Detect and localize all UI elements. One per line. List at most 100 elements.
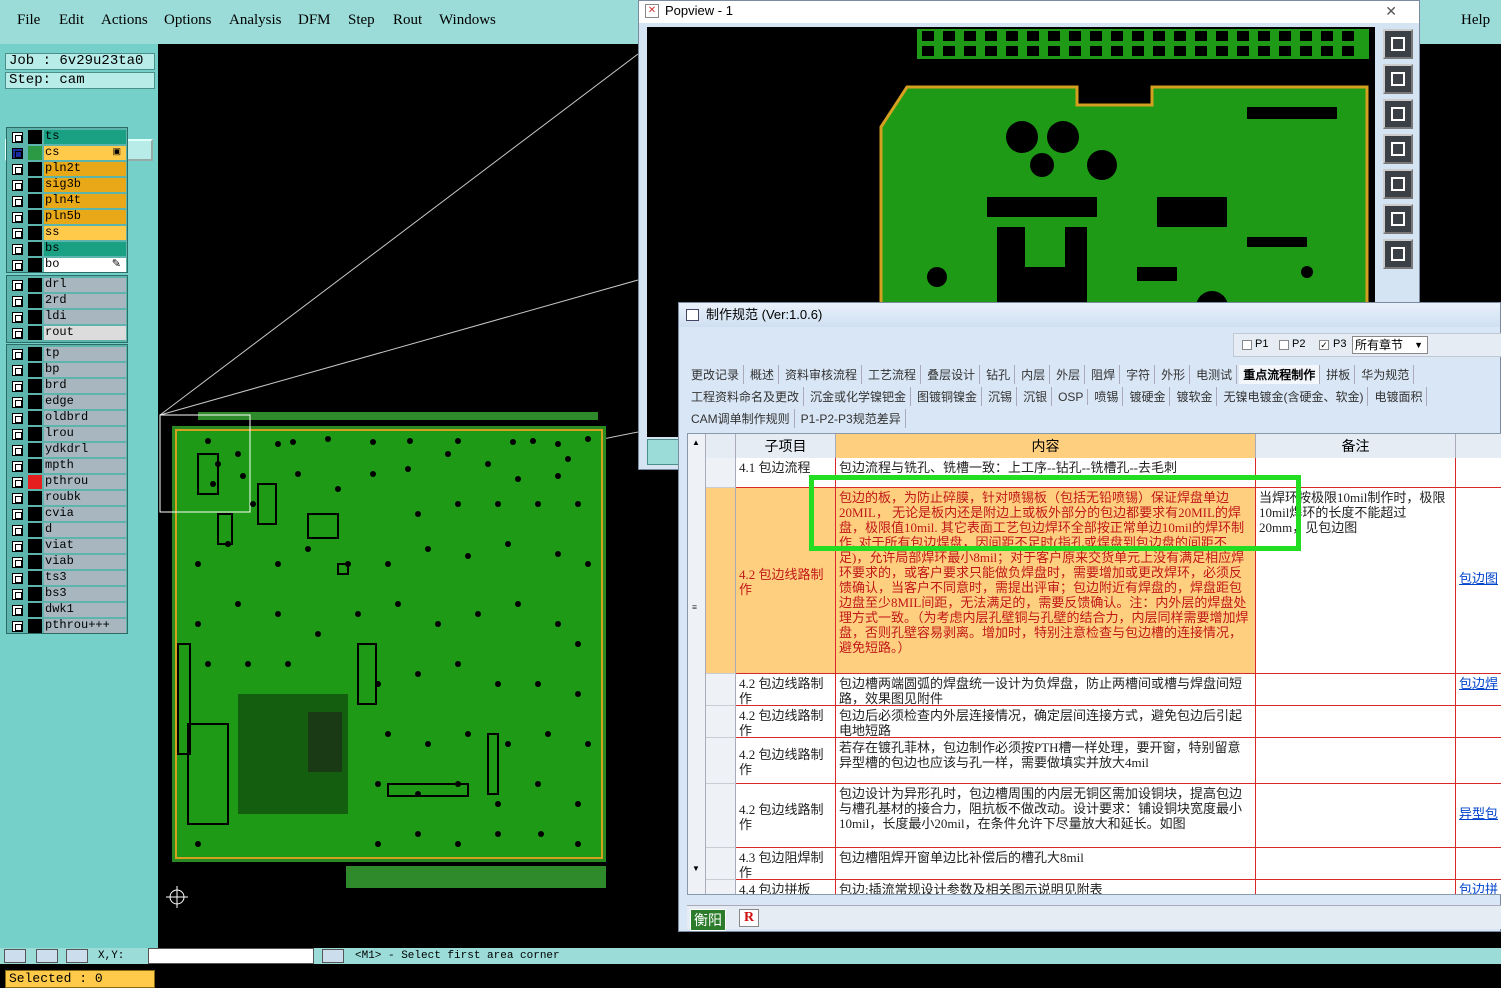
scroll-down-icon[interactable]: ▼ [692, 864, 700, 873]
row-selector[interactable] [706, 458, 736, 488]
grid-icon[interactable] [66, 949, 88, 963]
tab-tabs_row1-6[interactable]: 内层 [1017, 365, 1051, 384]
layer-checkbox[interactable] [12, 413, 23, 424]
layer-color-swatch[interactable] [28, 619, 42, 633]
layer-checkbox[interactable] [12, 493, 23, 504]
layer-color-swatch[interactable] [28, 571, 42, 585]
layer-row-bs3[interactable]: bs3 [7, 586, 127, 602]
tab-tabs_row2-7[interactable]: 镀硬金 [1125, 387, 1171, 406]
layer-color-swatch[interactable] [28, 379, 42, 393]
tab-tabs_row2-8[interactable]: 镀软金 [1172, 387, 1218, 406]
tab-tabs_row1-2[interactable]: 资料审核流程 [781, 365, 863, 384]
layer-name[interactable]: d [44, 523, 126, 537]
layer-color-swatch[interactable] [28, 539, 42, 553]
layer-color-swatch[interactable] [28, 363, 42, 377]
tab-tabs_row1-5[interactable]: 钻孔 [982, 365, 1016, 384]
menu-windows[interactable]: Windows [439, 12, 496, 29]
layer-name[interactable]: ts3 [44, 571, 126, 585]
layer-row-viat[interactable]: viat [7, 538, 127, 554]
layer-row-edge[interactable]: edge [7, 394, 127, 410]
layer-name[interactable]: pln4t [44, 194, 126, 208]
layer-name[interactable]: edge [44, 395, 126, 409]
layer-color-swatch[interactable] [28, 523, 42, 537]
layer-checkbox[interactable] [12, 296, 23, 307]
coordinate-field[interactable] [148, 948, 314, 964]
layer-row-bo[interactable]: bo ✎ [7, 257, 127, 273]
layer-color-swatch[interactable] [28, 294, 42, 308]
table-cell-link[interactable] [1456, 848, 1501, 880]
layer-checkbox[interactable] [12, 429, 23, 440]
tab-tabs_row2-1[interactable]: 沉金或化学镍钯金 [806, 387, 912, 406]
layer-name[interactable]: brd [44, 379, 126, 393]
popview-bottom-button[interactable] [647, 439, 681, 465]
tab-tabs_row1-0[interactable]: 更改记录 [687, 365, 745, 384]
layer-row-oldbrd[interactable]: oldbrd [7, 410, 127, 426]
layer-name[interactable]: ldi [44, 310, 126, 324]
tab-tabs_row1-1[interactable]: 概述 [746, 365, 780, 384]
layer-color-swatch[interactable] [28, 162, 42, 176]
layer-checkbox[interactable] [12, 349, 23, 360]
p2-checkbox[interactable] [1279, 340, 1289, 350]
layer-checkbox[interactable] [12, 381, 23, 392]
layer-name[interactable]: viab [44, 555, 126, 569]
tab-tabs_row2-10[interactable]: 电镀面积 [1370, 387, 1428, 406]
layer-row-ts[interactable]: ts [7, 129, 127, 145]
layer-color-swatch[interactable] [28, 146, 42, 160]
layer-row-d[interactable]: d [7, 522, 127, 538]
layer-color-swatch[interactable] [28, 226, 42, 240]
layer-row-bp[interactable]: bp [7, 362, 127, 378]
layer-name[interactable]: 2rd [44, 294, 126, 308]
menu-edit[interactable]: Edit [59, 12, 84, 29]
layer-checkbox[interactable] [12, 212, 23, 223]
popview-pan-down-button[interactable] [1383, 99, 1413, 129]
layer-color-swatch[interactable] [28, 475, 42, 489]
layer-name[interactable]: bs3 [44, 587, 126, 601]
layer-row-pln4t[interactable]: pln4t [7, 193, 127, 209]
layer-color-swatch[interactable] [28, 210, 42, 224]
table-cell-link[interactable]: 包边图 [1456, 488, 1501, 674]
tab-tabs_row1-9[interactable]: 字符 [1122, 365, 1156, 384]
layer-color-swatch[interactable] [28, 507, 42, 521]
layer-row-rout[interactable]: rout [7, 325, 127, 341]
layer-name[interactable]: bs [44, 242, 126, 256]
p3-checkbox[interactable]: ✓ [1319, 340, 1329, 350]
menu-options[interactable]: Options [164, 12, 212, 29]
layer-checkbox[interactable] [12, 525, 23, 536]
layer-color-swatch[interactable] [28, 459, 42, 473]
layer-color-swatch[interactable] [28, 603, 42, 617]
menu-file[interactable]: File [17, 12, 40, 29]
layer-color-swatch[interactable] [28, 347, 42, 361]
layer-row-tp[interactable]: tp [7, 346, 127, 362]
layer-row-pln5b[interactable]: pln5b [7, 209, 127, 225]
layer-color-swatch[interactable] [28, 491, 42, 505]
layer-color-swatch[interactable] [28, 443, 42, 457]
layer-name[interactable]: dwk1 [44, 603, 126, 617]
tab-tabs_row1-8[interactable]: 阻焊 [1087, 365, 1121, 384]
col-header-sub[interactable]: 子项目 [736, 434, 836, 458]
layer-name[interactable]: ss [44, 226, 126, 240]
r-badge[interactable]: R [739, 909, 760, 927]
vertical-scrollbar[interactable]: ▲ ≡ ▼ [688, 434, 706, 894]
layer-name[interactable]: viat [44, 539, 126, 553]
layer-checkbox[interactable] [12, 509, 23, 520]
layer-row-pthrou[interactable]: pthrou [7, 474, 127, 490]
layer-color-swatch[interactable] [28, 242, 42, 256]
tab-tabs_row1-3[interactable]: 工艺流程 [864, 365, 922, 384]
table-cell-link[interactable]: 包边拼 [1456, 880, 1501, 894]
table-cell-link[interactable]: 异型包 [1456, 784, 1501, 848]
row-selector[interactable] [706, 848, 736, 880]
table-cell-link[interactable] [1456, 738, 1501, 784]
col-header-content[interactable]: 内容 [836, 434, 1256, 458]
scroll-up-icon[interactable]: ▲ [692, 438, 700, 447]
layer-row-2rd[interactable]: 2rd [7, 293, 127, 309]
layer-checkbox[interactable] [12, 244, 23, 255]
layer-name[interactable]: ydkdrl [44, 443, 126, 457]
tab-tabs_row1-11[interactable]: 电测试 [1192, 365, 1238, 384]
tab-tabs_row2-0[interactable]: 工程资料命名及更改 [687, 387, 805, 406]
layer-row-ldi[interactable]: ldi [7, 309, 127, 325]
layer-row-dwk1[interactable]: dwk1 [7, 602, 127, 618]
layer-name[interactable]: sig3b [44, 178, 126, 192]
popview-close-button[interactable]: ✕ [1385, 1, 1397, 21]
scroll-toggle-icon[interactable] [322, 949, 344, 963]
layer-name[interactable]: pthrou [44, 475, 126, 489]
